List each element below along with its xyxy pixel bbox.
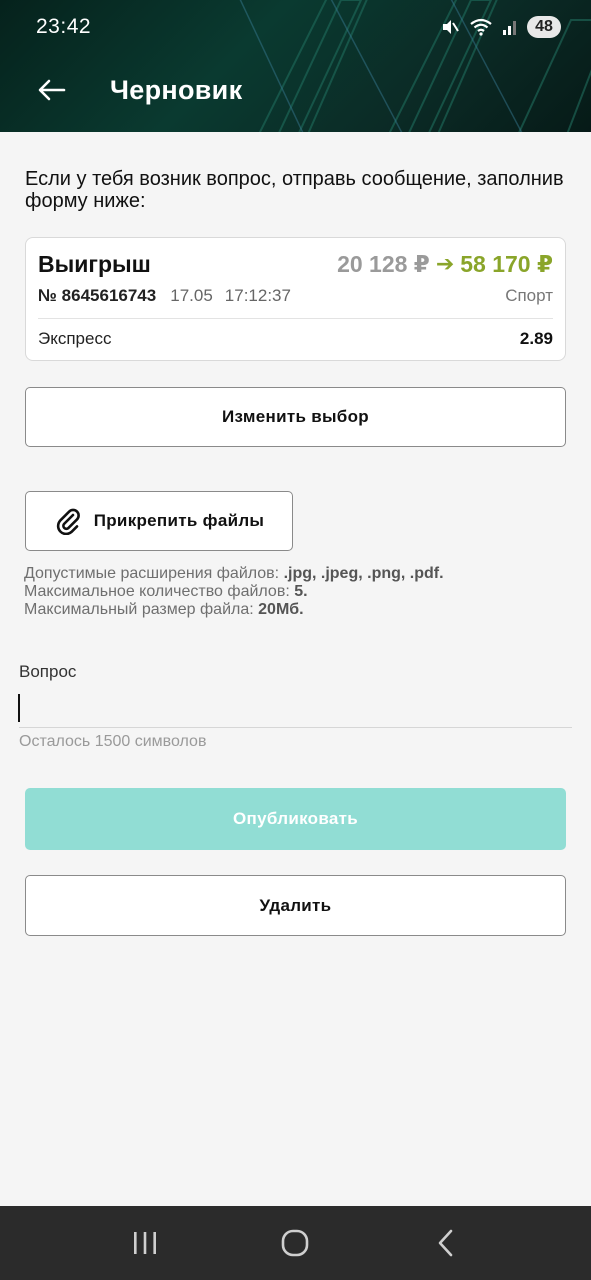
wifi-icon: [470, 18, 492, 36]
paperclip-icon: [56, 508, 80, 535]
system-navigation-bar: [0, 1206, 591, 1280]
bet-type: Экспресс: [38, 329, 112, 348]
file-size-label: Максимальный размер файла:: [24, 601, 259, 618]
battery-level: 48: [527, 16, 561, 38]
nav-row: Черновик: [0, 62, 591, 118]
home-icon: [282, 1229, 309, 1257]
arrow-right-icon: ➔: [435, 251, 455, 276]
arrow-left-icon: [38, 79, 66, 101]
delete-label: Удалить: [259, 895, 332, 915]
bet-card: Выигрыш 20 128 ₽ ➔ 58 170 ₽ № 8645616743…: [25, 237, 566, 361]
bet-type-row: Экспресс 2.89: [38, 327, 553, 351]
bet-coefficient: 2.89: [519, 329, 553, 348]
app-header: 23:42 48 Черновик: [0, 0, 591, 132]
bet-amounts: 20 128 ₽ ➔ 58 170 ₽: [337, 251, 553, 278]
change-choice-button[interactable]: Изменить выбор: [25, 387, 566, 447]
bet-number: № 8645616743: [38, 286, 157, 305]
intro-text: Если у тебя возник вопрос, отправь сообщ…: [25, 168, 564, 212]
publish-label: Опубликовать: [233, 809, 358, 828]
bet-amount-stake: 20 128 ₽: [337, 250, 430, 277]
text-cursor: [18, 694, 20, 722]
recent-apps-icon: [134, 1232, 157, 1254]
publish-button[interactable]: Опубликовать: [25, 788, 566, 850]
bet-date: 17.05: [170, 286, 213, 305]
attach-files-label: Прикрепить файлы: [93, 511, 265, 530]
question-input[interactable]: [19, 690, 572, 728]
recent-apps-button[interactable]: [115, 1218, 175, 1268]
status-icons: 48: [440, 16, 561, 38]
delete-button[interactable]: Удалить: [25, 875, 566, 936]
file-size-value: 20Мб.: [258, 601, 304, 618]
file-extensions-label: Допустимые расширения файлов:: [24, 565, 284, 582]
question-char-counter: Осталось 1500 символов: [19, 733, 207, 750]
file-size-line: Максимальный размер файла: 20Мб.: [24, 601, 569, 619]
bet-time: 17:12:37: [224, 286, 291, 305]
chevron-left-icon: [438, 1229, 453, 1257]
mute-icon: [443, 20, 459, 34]
bet-meta-row: № 8645616743 17.05 17:12:37 Спорт: [38, 284, 553, 308]
file-extensions-line: Допустимые расширения файлов: .jpg, .jpe…: [24, 565, 569, 583]
divider: [38, 318, 553, 319]
file-count-value: 5.: [294, 583, 308, 600]
status-bar: 23:42 48: [0, 0, 591, 54]
system-back-button[interactable]: [416, 1218, 476, 1268]
file-count-label: Максимальное количество файлов:: [24, 583, 295, 600]
bet-header-row: Выигрыш 20 128 ₽ ➔ 58 170 ₽: [38, 248, 553, 280]
signal-icon: [503, 21, 516, 35]
bet-amount-win: 58 170 ₽: [460, 250, 553, 277]
status-time: 23:42: [36, 15, 92, 38]
change-choice-label: Изменить выбор: [222, 407, 369, 426]
file-requirements: Допустимые расширения файлов: .jpg, .jpe…: [24, 565, 569, 619]
file-extensions-value: .jpg, .jpeg, .png, .pdf.: [283, 565, 444, 582]
bet-sport: Спорт: [505, 286, 553, 305]
file-count-line: Максимальное количество файлов: 5.: [24, 583, 569, 601]
home-button[interactable]: [265, 1218, 325, 1268]
bet-status: Выигрыш: [38, 250, 151, 277]
page-title: Черновик: [110, 74, 243, 105]
attach-files-button[interactable]: Прикрепить файлы: [25, 491, 293, 551]
question-label: Вопрос: [19, 662, 77, 681]
back-button[interactable]: [22, 62, 82, 118]
